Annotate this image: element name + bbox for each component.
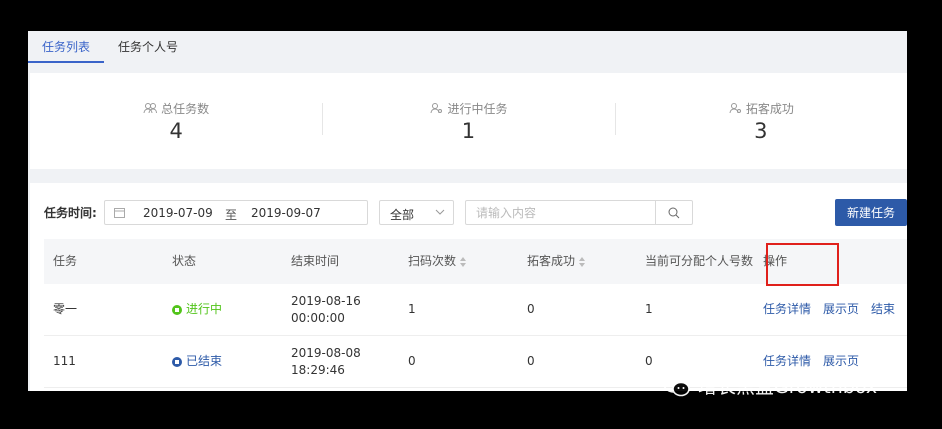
table-row: 零一 进行中 2019-08-16 00:00:00 1 0 1 任务详情 展示… xyxy=(44,284,907,336)
success-count: 0 xyxy=(527,354,535,368)
column-header-label: 拓客成功 xyxy=(527,254,576,268)
task-name: 111 xyxy=(53,354,76,368)
highlight-box xyxy=(766,243,839,286)
stat-total-tasks: 总任务数 4 xyxy=(30,73,322,169)
status-text: 进行中 xyxy=(186,302,223,316)
tab-task-list[interactable]: 任务列表 xyxy=(28,38,105,63)
column-header-scans[interactable]: 扫码次数 xyxy=(399,239,518,284)
search-icon xyxy=(668,207,680,218)
row-actions: 任务详情 展示页 结束 xyxy=(763,301,895,318)
watermark-text: 增长黑盒Growthbox xyxy=(698,376,878,398)
status-text: 已结束 xyxy=(186,354,223,368)
stat-value: 3 xyxy=(754,118,768,143)
filter-bar: 任务时间: 2019-07-09 至 2019-09-07 全部 新建任务 xyxy=(44,199,907,226)
ended-icon xyxy=(172,356,182,367)
success-count: 0 xyxy=(527,302,535,316)
search-button[interactable] xyxy=(655,200,693,225)
in-progress-icon xyxy=(172,304,182,315)
column-header-task: 任务 xyxy=(53,254,78,268)
sort-icon[interactable] xyxy=(460,256,467,267)
stat-value: 1 xyxy=(461,118,476,143)
column-header-assignable: 当前可分配个人号数 xyxy=(645,254,754,268)
app-screen: 任务列表 任务个人号 总任务数 4 进行中任务 1 拓客成功 3 任务时间: 2… xyxy=(28,31,907,391)
status-badge: 已结束 xyxy=(172,353,222,370)
sort-icon[interactable] xyxy=(579,256,586,267)
end-task-link[interactable]: 结束 xyxy=(871,301,895,318)
task-list-card: 任务时间: 2019-07-09 至 2019-09-07 全部 新建任务 任务… xyxy=(30,183,907,391)
task-detail-link[interactable]: 任务详情 xyxy=(763,353,811,370)
column-header-label: 扫码次数 xyxy=(408,254,457,268)
date-range-picker[interactable]: 2019-07-09 至 2019-09-07 xyxy=(104,200,368,225)
end-date[interactable]: 2019-09-07 xyxy=(251,206,321,220)
search-input[interactable] xyxy=(465,200,656,225)
task-table: 任务 状态 结束时间 扫码次数 拓客成功 当前可分配个人号数 操作 零一 进行中… xyxy=(44,239,907,388)
stat-acquired: 拓客成功 3 xyxy=(614,73,907,169)
assignable-count: 1 xyxy=(645,302,653,316)
task-time-label: 任务时间: xyxy=(44,206,97,220)
wechat-icon xyxy=(663,374,690,396)
user-icon xyxy=(430,103,443,114)
tab-task-personal-accounts[interactable]: 任务个人号 xyxy=(104,38,192,63)
range-separator: 至 xyxy=(225,208,238,222)
column-header-end-time: 结束时间 xyxy=(291,254,340,268)
stat-label: 总任务数 xyxy=(161,101,210,116)
tab-bar: 任务列表 任务个人号 xyxy=(28,31,907,63)
stat-label: 拓客成功 xyxy=(745,101,794,116)
chevron-down-icon xyxy=(435,209,445,215)
stats-card: 总任务数 4 进行中任务 1 拓客成功 3 xyxy=(30,73,907,169)
watermark: 增长黑盒Growthbox xyxy=(662,372,877,399)
start-date[interactable]: 2019-07-09 xyxy=(143,206,213,220)
scan-count: 1 xyxy=(408,302,416,316)
status-select[interactable]: 全部 xyxy=(379,200,454,225)
end-time: 2019-08-16 00:00:00 xyxy=(291,293,361,325)
stat-value: 4 xyxy=(169,118,183,143)
column-header-success[interactable]: 拓客成功 xyxy=(518,239,636,284)
column-header-status: 状态 xyxy=(172,254,197,268)
group-icon xyxy=(143,103,158,114)
new-task-button[interactable]: 新建任务 xyxy=(835,199,907,226)
stat-label: 进行中任务 xyxy=(447,101,508,116)
row-actions: 任务详情 展示页 xyxy=(763,353,859,370)
stat-in-progress: 进行中任务 1 xyxy=(322,73,614,169)
task-detail-link[interactable]: 任务详情 xyxy=(763,301,811,318)
end-time: 2019-08-08 18:29:46 xyxy=(291,345,361,377)
task-name: 零一 xyxy=(53,302,78,316)
status-badge: 进行中 xyxy=(172,301,222,318)
scan-count: 0 xyxy=(408,354,416,368)
display-page-link[interactable]: 展示页 xyxy=(823,301,859,318)
user-icon xyxy=(729,103,741,114)
status-select-value: 全部 xyxy=(390,208,415,222)
calendar-icon xyxy=(114,208,125,218)
display-page-link[interactable]: 展示页 xyxy=(823,353,859,370)
